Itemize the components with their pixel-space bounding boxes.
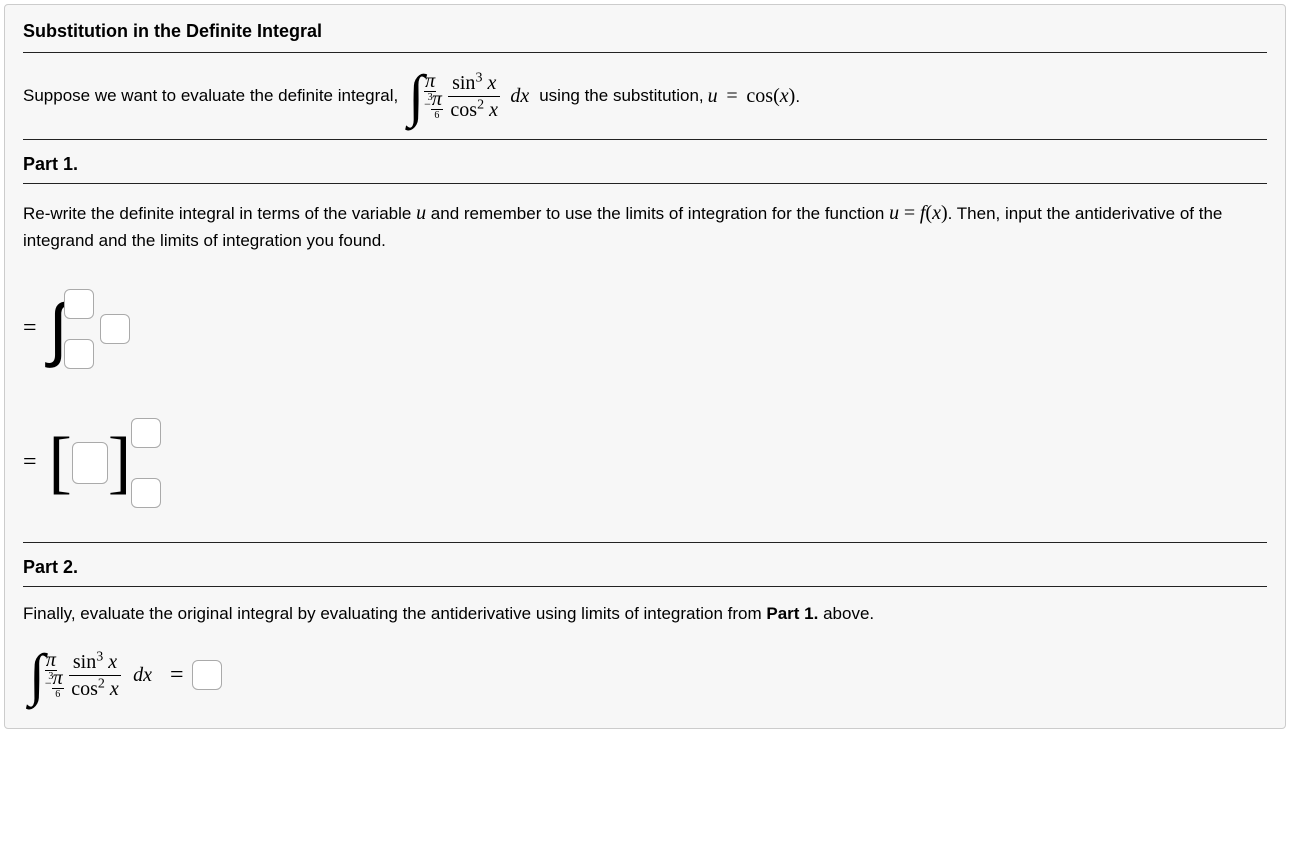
antiderivative-input[interactable] [72,442,108,484]
divider [23,586,1267,587]
divider [23,542,1267,543]
divider [23,52,1267,53]
left-bracket-icon: [ [49,435,72,491]
lower-limit-input[interactable] [64,339,94,369]
part2-heading: Part 2. [23,557,1267,578]
integrand-input[interactable] [100,314,130,344]
integrand-fraction: sin3 x cos2 x [69,651,121,700]
integral-icon: ∫ [408,67,424,125]
intro-lead: Suppose we want to evaluate the definite… [23,86,398,106]
lower-limit: −π6 [424,89,443,121]
equals-sign: = [23,315,37,342]
problem-panel: Substitution in the Definite Integral Su… [4,4,1286,729]
divider [23,183,1267,184]
original-integral: ∫ π3 −π6 sin3 x cos2 x dx [29,646,152,704]
antiderivative-row: = [ ] [23,408,1267,518]
eval-upper-input[interactable] [131,418,161,448]
part1-body: Re-write the definite integral in terms … [23,198,1267,254]
upper-limit-input[interactable] [64,289,94,319]
intro-tail-a: using the substitution, [539,86,703,106]
part1-heading: Part 1. [23,154,1267,175]
u-integral: ∫ [49,289,94,369]
equals-sign: = [23,449,37,476]
equals-sign: = [170,662,184,689]
display-integral: ∫ π3 −π6 sin3 x cos2 x dx [408,67,529,125]
divider [23,139,1267,140]
eval-lower-input[interactable] [131,478,161,508]
part2-body: Finally, evaluate the original integral … [23,601,1267,627]
right-bracket-icon: ] [108,435,131,491]
dx: dx [133,664,152,687]
final-answer-input[interactable] [192,660,222,690]
integrand-fraction: sin3 x cos2 x [448,72,500,121]
rewritten-integral-row: = ∫ [23,274,1267,384]
panel-title: Substitution in the Definite Integral [23,21,1267,42]
lower-limit: −π6 [45,668,64,700]
dx: dx [510,85,529,108]
integral-icon: ∫ [29,646,45,704]
intro-line: Suppose we want to evaluate the definite… [23,67,1267,125]
part2-equation: ∫ π3 −π6 sin3 x cos2 x dx = [23,646,1267,704]
